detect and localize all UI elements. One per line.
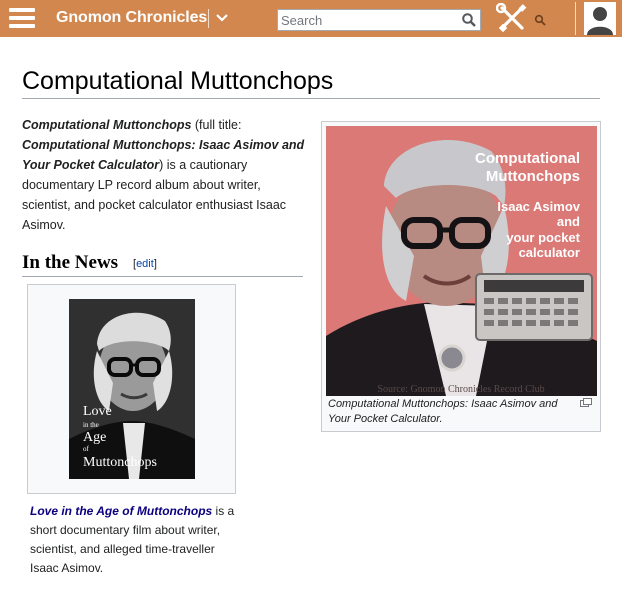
edit-link[interactable]: edit bbox=[136, 258, 154, 270]
intro-bold-title: Computational Muttonchops bbox=[22, 118, 192, 132]
user-avatar-icon[interactable] bbox=[584, 2, 616, 35]
cover-subtitle-line: calculator bbox=[519, 245, 580, 260]
infobox-caption: Computational Muttonchops: Isaac Asimov … bbox=[328, 398, 558, 425]
site-title[interactable]: Gnomon Chronicles bbox=[56, 9, 207, 27]
header-divider bbox=[208, 9, 209, 28]
header-divider bbox=[575, 2, 576, 35]
poster-title-line: Muttonchops bbox=[83, 455, 157, 470]
search-input[interactable] bbox=[278, 10, 458, 30]
cover-title-line: Muttonchops bbox=[486, 168, 580, 185]
infobox: Computational Muttonchops Isaac Asimov a… bbox=[321, 121, 601, 432]
poster-title-line: of bbox=[83, 445, 90, 453]
wrench-screwdriver-icon[interactable] bbox=[495, 2, 528, 33]
chevron-down-icon[interactable] bbox=[214, 9, 230, 27]
top-header-bar: Gnomon Chronicles bbox=[0, 0, 622, 37]
poster-title-line: Love bbox=[83, 404, 112, 419]
enlarge-icon[interactable] bbox=[580, 395, 592, 407]
album-cover-image[interactable]: Computational Muttonchops Isaac Asimov a… bbox=[326, 126, 597, 396]
cover-subtitle-line: your pocket bbox=[506, 230, 580, 245]
title-divider bbox=[22, 98, 600, 99]
section-divider bbox=[22, 276, 303, 277]
cover-source-text: Source: Gnomon Chronicles Record Club bbox=[377, 384, 544, 395]
news-item-link[interactable]: Love in the Age of Muttonchops bbox=[30, 504, 212, 518]
edit-section-link: [edit] bbox=[133, 258, 157, 270]
page-title: Computational Muttonchops bbox=[22, 67, 334, 95]
cover-title-line: Computational bbox=[475, 150, 580, 167]
section-heading-in-the-news: In the News bbox=[22, 252, 119, 273]
news-thumbnail: Love in the Age of Muttonchops bbox=[27, 284, 236, 494]
intro-paragraph: Computational Muttonchops (full title: C… bbox=[22, 115, 307, 235]
movie-poster-image[interactable]: Love in the Age of Muttonchops bbox=[69, 299, 195, 479]
edit-bracket: ] bbox=[153, 258, 157, 270]
news-item-text: Love in the Age of Muttonchops is a shor… bbox=[30, 502, 245, 578]
intro-text: (full title: bbox=[191, 118, 242, 132]
hamburger-icon[interactable] bbox=[9, 8, 35, 28]
cover-subtitle-line: Isaac Asimov bbox=[497, 199, 580, 214]
search-icon[interactable] bbox=[461, 12, 477, 28]
search-box bbox=[277, 9, 481, 31]
poster-title-line: Age bbox=[83, 430, 106, 445]
search-icon[interactable] bbox=[534, 13, 546, 26]
cover-subtitle-line: and bbox=[557, 214, 580, 229]
poster-title-line: in the bbox=[83, 421, 99, 429]
